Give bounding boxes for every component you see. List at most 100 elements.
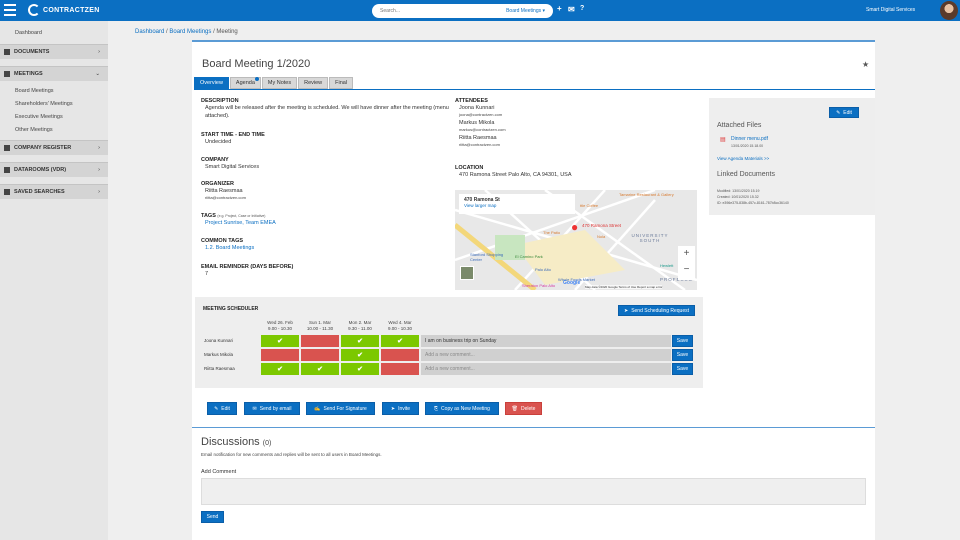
attendees-field: ATTENDEES Joona Kunnari joona@contractzen… [455, 98, 705, 147]
label: Send Scheduling Request [631, 307, 690, 314]
delete-button[interactable]: 🗑 Delete [505, 402, 542, 415]
save-button[interactable]: Save [672, 349, 693, 361]
sidebar-item-meetings[interactable]: MEETINGS ⌄ [0, 66, 108, 81]
save-button[interactable]: Save [672, 363, 693, 375]
star-icon[interactable]: ★ [862, 60, 869, 69]
attached-file-link[interactable]: Dinner menu.pdf [731, 136, 768, 142]
label: Copy as New Meeting [441, 405, 490, 412]
availability-cell[interactable]: ✔ [261, 363, 299, 375]
comment-input[interactable]: I am on business trip on Sunday [421, 335, 671, 347]
pencil-icon: ✎ [214, 405, 219, 412]
description-field: DESCRIPTION Agenda will be released after… [201, 98, 451, 120]
send-by-email-button[interactable]: ✉ Send by email [244, 402, 300, 415]
send-for-signature-button[interactable]: ✍ Send For Signature [306, 402, 375, 415]
search-placeholder: Search... [380, 8, 401, 14]
date-header: Wed 26. Feb 9.00 - 10.30 [261, 320, 299, 332]
label: Edit [843, 109, 852, 116]
availability-cell[interactable] [261, 349, 299, 361]
map-label: Stanford Shopping Center [470, 252, 504, 262]
view-larger-map-link[interactable]: View larger map [464, 203, 570, 208]
logo-text: CONTRACTZEN [43, 6, 100, 14]
save-button[interactable]: Save [672, 335, 693, 347]
logo[interactable]: CONTRACTZEN [28, 4, 100, 16]
availability-cell[interactable]: ✔ [301, 363, 339, 375]
add-comment-label: Add Comment [201, 469, 237, 475]
view-agenda-materials-link[interactable]: View Agenda Materials >> [717, 156, 769, 161]
sidebar-item-company-register[interactable]: COMPANY REGISTER › [0, 140, 108, 155]
map-pin-icon[interactable]: ● [571, 220, 578, 234]
availability-cell[interactable]: ✔ [381, 335, 419, 347]
document-meta: Modified: 13/01/2020 15.19 Created: 10/01… [717, 188, 789, 206]
invite-button[interactable]: ➤ Invite [382, 402, 419, 415]
availability-cell[interactable]: ✔ [341, 363, 379, 375]
title: Discussions [201, 436, 260, 448]
label: COMPANY REGISTER [14, 145, 72, 151]
availability-cell[interactable]: ✔ [341, 349, 379, 361]
map[interactable]: 470 Ramona St View larger map ● 470 Ramon… [455, 190, 697, 290]
notification-dot [254, 77, 259, 81]
label: Delete [520, 405, 536, 412]
organizer-field: ORGANIZER Riitta Raesmaa riitta@contractze… [201, 181, 451, 200]
comment-textarea[interactable] [201, 478, 866, 505]
copy-icon: ⎘ [434, 405, 439, 412]
search-scope-dropdown[interactable]: Board Meetings ▾ [506, 8, 545, 14]
sidebar-item-documents[interactable]: DOCUMENTS › [0, 44, 108, 59]
sidebar-item-shareholders-meetings[interactable]: Shareholders' Meetings [0, 98, 108, 110]
availability-cell[interactable]: ✔ [261, 335, 299, 347]
menu-icon[interactable] [4, 4, 16, 16]
sidebar-item-datarooms[interactable]: DATAROOMS (VDR) › [0, 162, 108, 177]
label: Edit [221, 405, 230, 412]
satellite-toggle[interactable] [460, 266, 474, 280]
copy-as-new-meeting-button[interactable]: ⎘ Copy as New Meeting [425, 402, 499, 415]
send-scheduling-request-button[interactable]: ➤ Send Scheduling Request [618, 305, 695, 316]
tab-final[interactable]: Final [329, 77, 354, 89]
pencil-icon: ✎ [836, 109, 841, 116]
value: Smart Digital Services [205, 164, 260, 170]
organization-name[interactable]: Smart Digital Services [866, 7, 915, 13]
email: joona@contractzen.com [459, 112, 503, 117]
chevron-down-icon: ⌄ [95, 71, 100, 77]
send-button[interactable]: Send [201, 511, 224, 523]
tab-review[interactable]: Review [298, 77, 329, 89]
label: Invite [398, 405, 411, 412]
availability-cell[interactable] [301, 349, 339, 361]
map-label: Hewlett [660, 263, 674, 268]
sidebar-item-saved-searches[interactable]: SAVED SEARCHES › [0, 184, 108, 199]
chevron-right-icon: › [98, 189, 100, 195]
zoom-in-button[interactable]: + [678, 246, 695, 262]
sidebar-item-board-meetings[interactable]: Board Meetings [0, 85, 108, 97]
common-tags-field: COMMON TAGS 1.2. Board Meetings [201, 238, 451, 252]
page-title: Board Meeting 1/2020 [202, 58, 311, 70]
common-tags-link[interactable]: 1.2. Board Meetings [201, 244, 451, 252]
mail-icon[interactable]: ✉ [568, 5, 575, 14]
availability-cell[interactable] [381, 363, 419, 375]
sidebar-item-executive-meetings[interactable]: Executive Meetings [0, 111, 108, 123]
plus-icon[interactable]: + [557, 4, 562, 13]
comment-input[interactable]: Add a new comment... [421, 349, 671, 361]
name: Joona Kunnari [459, 105, 495, 111]
tab-my-notes[interactable]: My Notes [261, 77, 298, 89]
tags-field: TAGS (e.g. Project, Case or Initiative) P… [201, 213, 451, 227]
help-icon[interactable]: ? [580, 5, 584, 12]
check-icon: ✔ [357, 366, 363, 373]
availability-cell[interactable] [381, 349, 419, 361]
map-footer: Map data ©2020 Google Terms of Use Repor… [585, 285, 663, 289]
zoom-out-button[interactable]: − [678, 262, 695, 278]
tab-overview[interactable]: Overview [194, 77, 229, 89]
breadcrumb-dashboard[interactable]: Dashboard [135, 29, 164, 35]
sidebar-item-dashboard[interactable]: Dashboard [0, 28, 108, 38]
tags-link[interactable]: Project Sunrise, Team EMEA [201, 219, 451, 227]
document-icon [4, 49, 10, 55]
avatar[interactable] [940, 1, 958, 20]
sidebar-item-other-meetings[interactable]: Other Meetings [0, 124, 108, 136]
people-icon [4, 71, 10, 77]
document-id: ID: e396e375-838b-457c-8161-787b8cc36140 [717, 201, 789, 205]
search-input[interactable]: Search... Board Meetings ▾ [372, 4, 553, 18]
tab-agenda[interactable]: Agenda [229, 77, 261, 89]
availability-cell[interactable] [301, 335, 339, 347]
availability-cell[interactable]: ✔ [341, 335, 379, 347]
comment-input[interactable]: Add a new comment... [421, 363, 671, 375]
breadcrumb-board-meetings[interactable]: Board Meetings [169, 29, 211, 35]
panel-edit-button[interactable]: ✎ Edit [829, 107, 859, 118]
edit-button[interactable]: ✎ Edit [207, 402, 237, 415]
